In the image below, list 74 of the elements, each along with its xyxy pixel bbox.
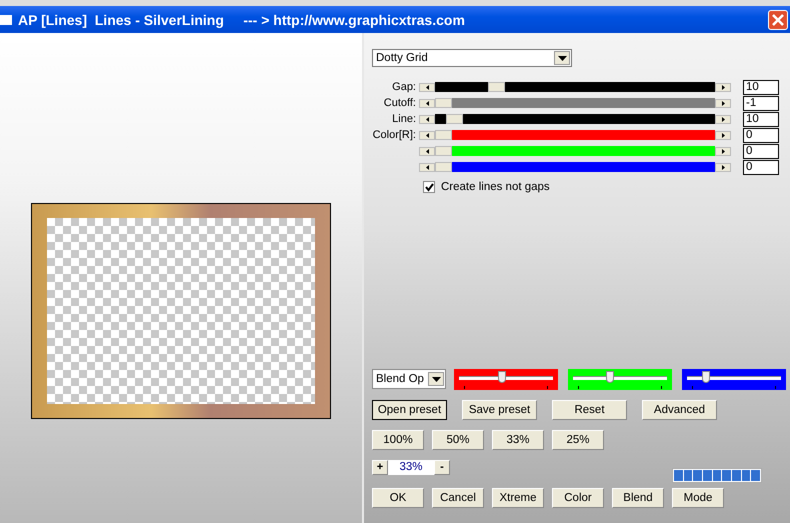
left-arrow-icon xyxy=(426,132,428,138)
value-field[interactable]: 10 xyxy=(743,112,779,126)
preset-button[interactable]: Save preset xyxy=(462,400,537,420)
slider-thumb[interactable] xyxy=(702,370,710,382)
preset-button[interactable]: Reset xyxy=(552,400,627,420)
caret-icon xyxy=(432,376,440,382)
checkbox[interactable] xyxy=(423,181,435,193)
zoom-out-button[interactable]: - xyxy=(434,460,450,474)
action-button[interactable]: Mode xyxy=(672,488,724,508)
zoom-button[interactable]: 100% xyxy=(372,430,424,450)
right-arrow-icon xyxy=(722,148,724,154)
left-arrow-button[interactable] xyxy=(419,114,435,124)
close-icon xyxy=(771,12,785,26)
close-button[interactable] xyxy=(768,10,788,30)
window-title: AP [Lines] Lines - SilverLining --- > http://www.graphicxtras.com xyxy=(18,12,466,28)
right-arrow-icon xyxy=(722,84,724,90)
channel-slider[interactable] xyxy=(454,368,558,390)
action-button[interactable]: OK xyxy=(372,488,424,508)
right-arrow-icon xyxy=(722,116,724,122)
action-button[interactable]: Cancel xyxy=(432,488,484,508)
check-icon xyxy=(424,182,434,192)
left-arrow-icon xyxy=(426,116,428,122)
value-field[interactable]: 10 xyxy=(743,80,779,94)
value-field[interactable]: 0 xyxy=(743,160,779,174)
slider-thumb[interactable] xyxy=(606,370,614,382)
channel-slider[interactable] xyxy=(682,368,786,390)
action-button[interactable]: Blend xyxy=(612,488,664,508)
value-field[interactable]: -1 xyxy=(743,96,779,110)
value-field[interactable]: 0 xyxy=(743,128,779,142)
blend-dropdown[interactable]: Blend Op xyxy=(372,369,446,389)
slider-label: Line: xyxy=(391,113,416,125)
checkbox-label: Create lines not gaps xyxy=(441,181,550,193)
left-arrow-icon xyxy=(426,84,428,90)
slider-label: Color[R]: xyxy=(372,129,416,141)
slider-thumb[interactable] xyxy=(435,98,452,108)
right-arrow-button[interactable] xyxy=(715,82,731,92)
left-arrow-icon xyxy=(426,148,428,154)
left-arrow-icon xyxy=(426,100,428,106)
value-field[interactable]: 0 xyxy=(743,144,779,158)
right-arrow-icon xyxy=(722,132,724,138)
slider-thumb[interactable] xyxy=(488,82,505,92)
right-arrow-button[interactable] xyxy=(715,114,731,124)
left-arrow-button[interactable] xyxy=(419,82,435,92)
window-icon xyxy=(0,14,12,24)
slider-thumb[interactable] xyxy=(498,370,506,382)
right-arrow-button[interactable] xyxy=(715,162,731,172)
left-arrow-button[interactable] xyxy=(419,146,435,156)
right-arrow-button[interactable] xyxy=(715,98,731,108)
effect-dropdown[interactable]: Dotty Grid xyxy=(372,49,572,67)
slider-label: Gap: xyxy=(391,81,416,93)
right-arrow-button[interactable] xyxy=(715,130,731,140)
action-button[interactable]: Color xyxy=(552,488,604,508)
left-arrow-button[interactable] xyxy=(419,162,435,172)
left-arrow-icon xyxy=(426,164,428,170)
left-arrow-button[interactable] xyxy=(419,130,435,140)
slider-thumb[interactable] xyxy=(435,162,452,172)
left-arrow-button[interactable] xyxy=(419,98,435,108)
channel-slider[interactable] xyxy=(568,368,672,390)
slider-thumb[interactable] xyxy=(446,114,463,124)
preset-button[interactable]: Open preset xyxy=(372,400,447,420)
caret-icon xyxy=(558,56,566,60)
slider-thumb[interactable] xyxy=(435,130,452,140)
slider-label: Cutoff: xyxy=(382,97,416,109)
right-arrow-icon xyxy=(722,100,724,106)
preset-button[interactable]: Advanced xyxy=(642,400,717,420)
right-arrow-button[interactable] xyxy=(715,146,731,156)
right-arrow-icon xyxy=(722,164,724,170)
zoom-button[interactable]: 50% xyxy=(432,430,484,450)
zoom-button[interactable]: 25% xyxy=(552,430,604,450)
zoom-button[interactable]: 33% xyxy=(492,430,544,450)
zoom-in-button[interactable]: + xyxy=(372,460,388,474)
zoom-value: 33% xyxy=(388,460,434,474)
action-button[interactable]: Xtreme xyxy=(492,488,544,508)
slider-thumb[interactable] xyxy=(435,146,452,156)
